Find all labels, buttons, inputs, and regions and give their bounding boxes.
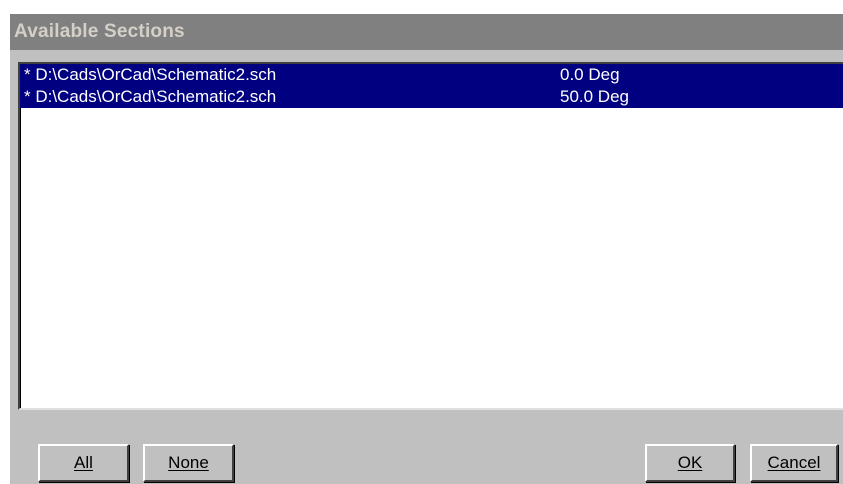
section-angle: 0.0 Deg (560, 65, 620, 84)
section-angle: 50.0 Deg (560, 87, 629, 106)
dialog-title-bar: Available Sections (10, 14, 843, 50)
none-button[interactable]: None (143, 444, 234, 482)
none-button-label: None (168, 453, 209, 472)
ok-button-label: OK (677, 453, 703, 472)
sections-listbox[interactable]: * D:\Cads\OrCad\Schematic2.sch 0.0 Deg *… (18, 62, 843, 410)
list-item[interactable]: * D:\Cads\OrCad\Schematic2.sch 50.0 Deg (20, 86, 843, 108)
dialog-title: Available Sections (14, 21, 185, 42)
cancel-button-label: Cancel (767, 453, 821, 472)
available-sections-dialog: Available Sections * D:\Cads\OrCad\Schem… (8, 12, 843, 484)
all-button-label: All (74, 453, 93, 472)
section-path: * D:\Cads\OrCad\Schematic2.sch (24, 65, 277, 84)
cancel-button[interactable]: Cancel (750, 444, 838, 482)
ok-button[interactable]: OK (645, 444, 735, 482)
section-path: * D:\Cads\OrCad\Schematic2.sch (24, 87, 277, 106)
list-item[interactable]: * D:\Cads\OrCad\Schematic2.sch 0.0 Deg (20, 64, 843, 86)
all-button[interactable]: All (38, 444, 129, 482)
